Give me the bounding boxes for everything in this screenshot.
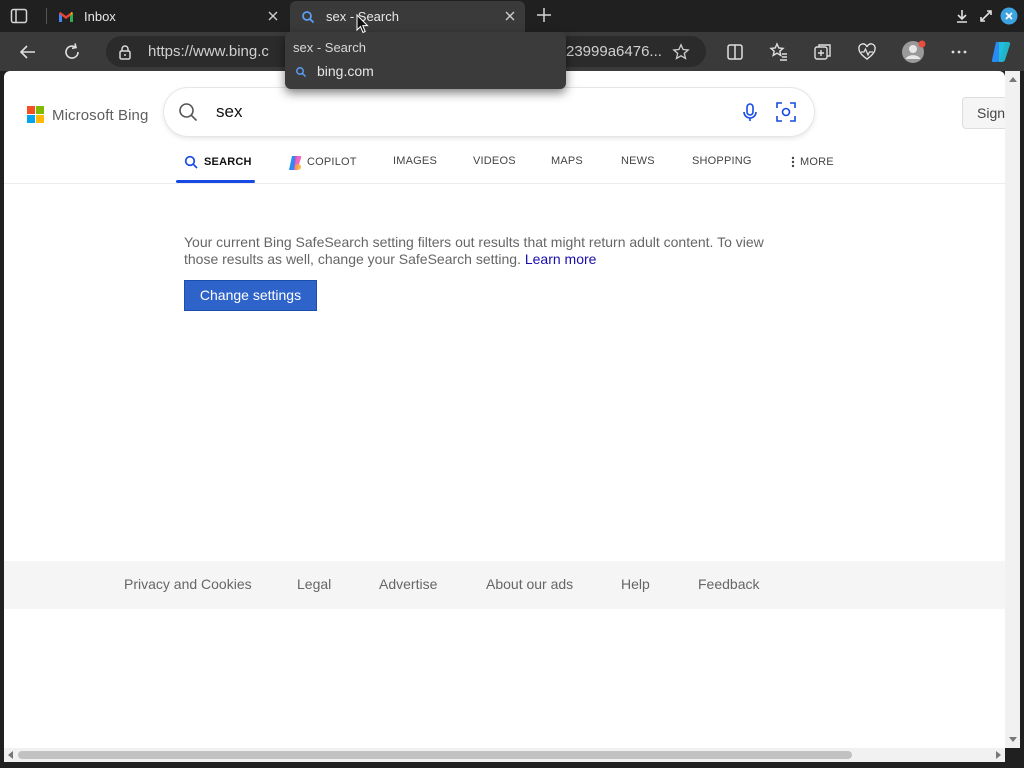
hover-card-domain: bing.com [317,63,374,79]
scrollbar-thumb[interactable] [18,751,852,759]
learn-more-link[interactable]: Learn more [525,251,597,267]
tab-maps[interactable]: MAPS [551,155,583,167]
tab-shopping[interactable]: SHOPPING [692,155,752,167]
scroll-left-icon[interactable] [8,751,13,759]
tab-divider [46,8,47,24]
favorite-star-icon[interactable] [672,43,690,61]
scroll-right-icon[interactable] [996,751,1001,759]
gmail-icon [58,9,74,25]
tab-more[interactable]: MORE [790,155,834,169]
favorites-icon[interactable] [768,41,790,63]
footer-link-about-ads[interactable]: About our ads [486,576,573,592]
microphone-icon[interactable] [740,102,760,122]
scroll-down-icon[interactable] [1009,737,1017,742]
search-input[interactable]: sex [216,102,242,122]
new-tab-icon[interactable] [535,6,553,24]
footer-link-advertise[interactable]: Advertise [379,576,437,592]
bing-logo[interactable]: Microsoft Bing [27,105,148,125]
copilot-icon [287,155,302,170]
url-text: https://www.bing.c [148,43,269,60]
vertical-dots-icon [790,155,796,169]
safesearch-notice: Your current Bing SafeSearch setting fil… [184,234,784,268]
back-arrow-icon[interactable] [17,41,39,63]
page-footer: Privacy and Cookies Legal Advertise Abou… [4,561,1005,609]
tab-images[interactable]: IMAGES [393,155,437,167]
scope-label: MAPS [551,155,583,167]
tab-copilot[interactable]: COPILOT [287,155,357,170]
close-window-icon[interactable] [1000,7,1018,30]
url-text-tail: 23999a6476... [566,43,662,60]
footer-link-privacy[interactable]: Privacy and Cookies [124,576,252,592]
close-tab-icon[interactable] [503,9,517,23]
horizontal-scrollbar[interactable] [4,748,1005,762]
tab-inbox[interactable]: Inbox [48,1,288,32]
tab-hover-card: sex - Search bing.com [285,32,566,89]
scope-label: COPILOT [307,156,357,168]
tab-actions-icon[interactable] [10,8,28,24]
scroll-up-icon[interactable] [1009,77,1017,82]
search-box[interactable]: sex [164,88,814,136]
search-scope-bar: SEARCH COPILOT IMAGES VIDEOS MAPS NEWS S… [4,141,1005,184]
change-settings-button[interactable]: Change settings [184,280,317,311]
footer-link-legal[interactable]: Legal [297,576,331,592]
copilot-icon[interactable] [988,39,1011,62]
vertical-scrollbar[interactable] [1005,71,1020,748]
more-options-icon[interactable] [948,41,970,63]
collections-icon[interactable] [812,41,834,63]
search-icon [184,155,198,169]
scope-label: SHOPPING [692,155,752,167]
download-icon[interactable] [955,8,969,29]
scope-label: IMAGES [393,155,437,167]
refresh-icon[interactable] [61,41,83,63]
profile-avatar-icon[interactable] [901,39,926,63]
scope-label: NEWS [621,155,655,167]
tab-strip: Inbox sex - Search [0,0,1024,32]
bing-search-icon [300,9,316,25]
tab-search[interactable]: SEARCH [184,155,252,169]
footer-link-feedback[interactable]: Feedback [698,576,759,592]
bing-search-icon [295,65,307,78]
tab-videos[interactable]: VIDEOS [473,155,516,167]
scope-label: MORE [800,156,834,168]
hover-card-title: sex - Search [293,40,366,55]
visual-search-icon[interactable] [775,101,797,123]
window-bottom-edge [0,762,1024,768]
logo-text: Microsoft Bing [52,106,149,124]
close-tab-icon[interactable] [266,9,280,23]
tab-title: Inbox [84,9,116,24]
search-icon[interactable] [178,102,198,122]
restore-window-icon[interactable] [978,8,994,29]
notice-text: Your current Bing SafeSearch setting fil… [184,234,764,267]
footer-link-help[interactable]: Help [621,576,650,592]
browser-essentials-icon[interactable] [856,41,878,63]
scope-label: VIDEOS [473,155,516,167]
web-page: Microsoft Bing sex Sign in SEARCH COPILO… [4,71,1005,748]
lock-icon[interactable] [118,44,132,60]
tab-search[interactable]: sex - Search [290,1,525,32]
scope-label: SEARCH [204,156,252,168]
microsoft-logo-icon [27,106,45,124]
split-screen-icon[interactable] [724,41,746,63]
sign-in-button[interactable]: Sign in [962,97,1005,129]
mouse-cursor-icon [356,13,369,39]
tab-news[interactable]: NEWS [621,155,655,167]
active-scope-indicator [176,180,255,183]
